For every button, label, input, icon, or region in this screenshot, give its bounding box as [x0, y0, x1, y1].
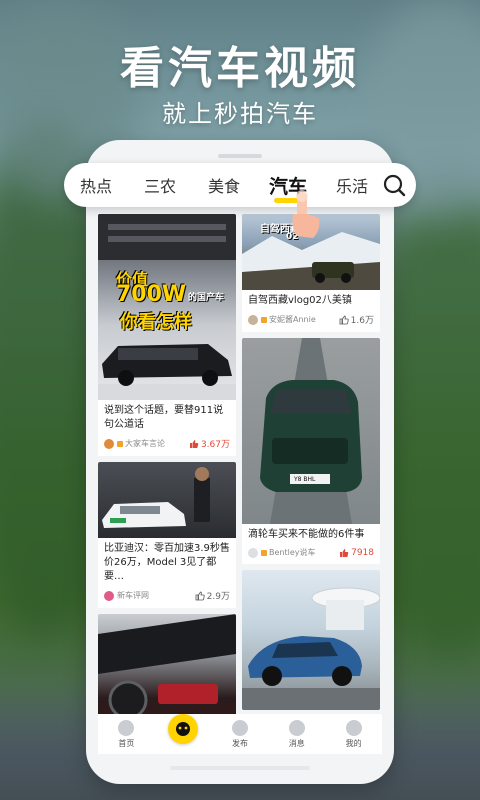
- feed-column-left: 价值 700W 的国产车 你看怎样 说到这个话题，要替911说句公道话 大家车言…: [98, 214, 236, 714]
- video-title[interactable]: 比亚迪汉：零百加速3.9秒售价26万，Model 3见了都要…: [98, 538, 236, 586]
- video-title[interactable]: 说到这个话题，要替911说句公道话: [98, 400, 236, 434]
- tab-hot[interactable]: 热点: [64, 173, 128, 197]
- author-avatar[interactable]: [248, 547, 258, 558]
- video-thumbnail[interactable]: [98, 614, 236, 714]
- feed-column-right: 自驾西藏 02 自驾西藏vlog02八美镇 安妮酱Annie 1.6万 Y8 B…: [242, 214, 380, 714]
- video-thumbnail[interactable]: [98, 462, 236, 538]
- author-name[interactable]: Bentley说车: [269, 547, 339, 558]
- tap-hint-finger-icon: [283, 190, 323, 242]
- video-title[interactable]: 自驾西藏vlog02八美镇: [242, 290, 380, 310]
- home-indicator: [170, 766, 310, 770]
- camera-icon: [168, 714, 199, 744]
- thumbs-up-icon: [189, 439, 199, 448]
- author-avatar[interactable]: [248, 314, 258, 325]
- author-name[interactable]: 安妮酱Annie: [269, 314, 339, 325]
- tab-publish[interactable]: 发布: [215, 719, 265, 749]
- author-name[interactable]: 大家车言论: [125, 438, 189, 449]
- tab-me[interactable]: 我的: [329, 719, 379, 749]
- speaker-notch: [218, 154, 262, 158]
- tab-agriculture[interactable]: 三农: [128, 173, 192, 197]
- verified-badge-icon: [261, 316, 267, 323]
- bell-icon: [288, 719, 305, 736]
- verified-badge-icon: [117, 440, 123, 447]
- like-count[interactable]: 7918: [339, 548, 374, 558]
- bottom-tab-bar: 首页 发布 消息 我的: [98, 714, 382, 754]
- thumbs-up-icon: [339, 315, 349, 324]
- video-card[interactable]: [242, 570, 380, 710]
- tab-lifestyle[interactable]: 乐活: [320, 173, 384, 197]
- thumbnail-caption: 的国产车: [188, 293, 225, 303]
- video-thumbnail[interactable]: Y8 BHL: [242, 338, 380, 524]
- home-icon: [118, 719, 135, 736]
- like-count[interactable]: 1.6万: [339, 313, 374, 326]
- category-tabs: 热点 三农 美食 汽车 乐活: [64, 163, 416, 207]
- tab-home[interactable]: 首页: [101, 719, 151, 749]
- video-thumbnail[interactable]: 价值 700W 的国产车 你看怎样: [98, 214, 236, 400]
- thumbs-up-icon: [340, 548, 349, 557]
- video-thumbnail[interactable]: [242, 570, 380, 710]
- thumbnail-caption: 你看怎样: [120, 312, 192, 333]
- tab-shoot[interactable]: [158, 714, 208, 744]
- thumbnail-caption: 700W: [116, 282, 187, 307]
- author-avatar[interactable]: [104, 590, 114, 601]
- video-title[interactable]: 滴轮车买来不能做的6件事: [242, 524, 380, 544]
- license-plate: Y8 BHL: [294, 476, 316, 483]
- author-avatar[interactable]: [104, 438, 114, 449]
- like-count[interactable]: 3.67万: [189, 437, 230, 450]
- user-icon: [345, 719, 362, 736]
- video-card[interactable]: [98, 614, 236, 714]
- video-card[interactable]: 比亚迪汉：零百加速3.9秒售价26万，Model 3见了都要… 新车评网 2.9…: [98, 462, 236, 608]
- search-icon[interactable]: [380, 171, 408, 199]
- tab-messages[interactable]: 消息: [272, 719, 322, 749]
- like-count[interactable]: 2.9万: [195, 589, 230, 602]
- hero-title: 看汽车视频: [120, 43, 360, 94]
- plus-icon: [231, 719, 248, 736]
- tab-food[interactable]: 美食: [192, 173, 256, 197]
- author-name[interactable]: 新车评网: [117, 590, 195, 601]
- hero-subtitle: 就上秒拍汽车: [162, 100, 318, 128]
- verified-badge-icon: [261, 549, 267, 556]
- video-feed: 价值 700W 的国产车 你看怎样 说到这个话题，要替911说句公道话 大家车言…: [98, 214, 382, 714]
- video-card[interactable]: 价值 700W 的国产车 你看怎样 说到这个话题，要替911说句公道话 大家车言…: [98, 214, 236, 456]
- thumbs-up-icon: [195, 591, 205, 600]
- video-card[interactable]: Y8 BHL 滴轮车买来不能做的6件事 Bentley说车 7918: [242, 338, 380, 564]
